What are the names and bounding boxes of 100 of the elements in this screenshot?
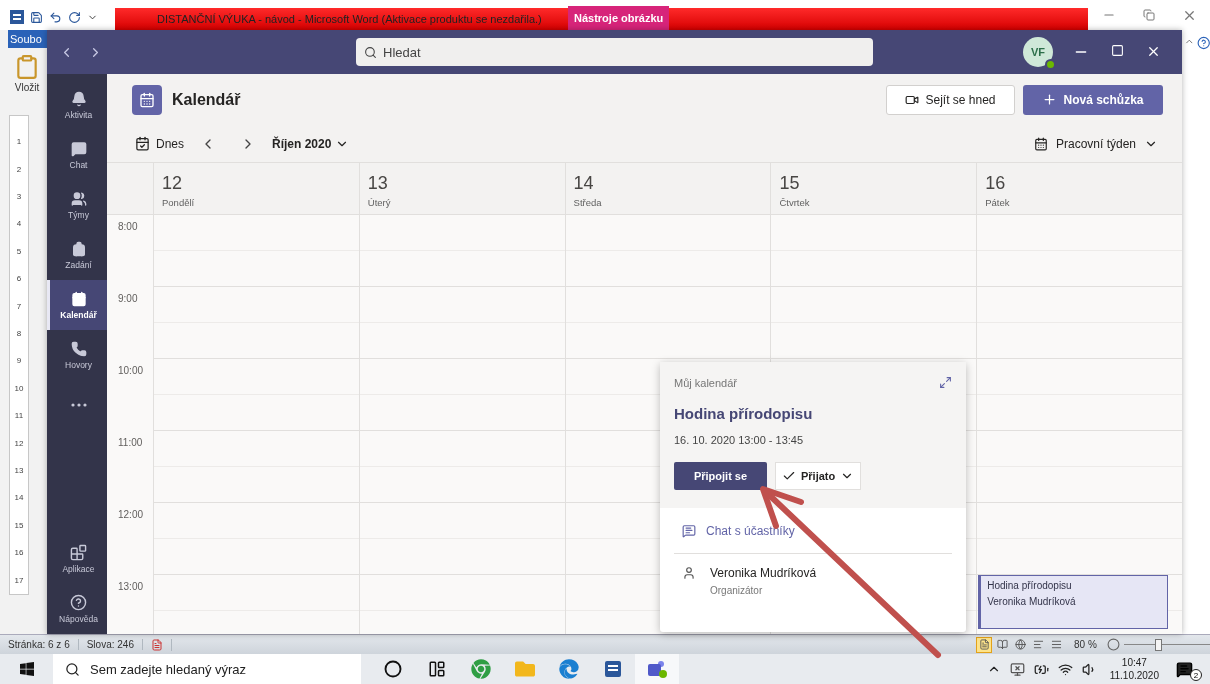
presence-dot xyxy=(1045,59,1056,70)
rail-item[interactable]: Aplikace xyxy=(47,534,107,584)
teams-icon xyxy=(70,190,87,207)
help-icon[interactable] xyxy=(1196,36,1210,50)
rail-item[interactable]: Aktivita xyxy=(47,80,107,130)
view-icon xyxy=(1032,639,1044,650)
event-title: Hodina přírodopisu xyxy=(987,580,1073,591)
restore-icon[interactable] xyxy=(1142,9,1155,21)
view-icon xyxy=(1050,639,1062,650)
organizer-name: Veronika Mudríková xyxy=(710,566,817,580)
undo-icon[interactable] xyxy=(49,10,62,24)
view-icon xyxy=(978,639,990,650)
paste-button[interactable]: Vložit xyxy=(14,54,40,93)
ruler-number: 6 xyxy=(16,274,22,284)
calendar-event[interactable]: Hodina přírodopisu Veronika Mudríková xyxy=(978,575,1168,629)
ruler-number: 15 xyxy=(14,520,24,530)
maximize-icon[interactable] xyxy=(1111,44,1124,57)
rail-item[interactable]: Hovory xyxy=(47,330,107,380)
clock-time: 10:47 xyxy=(1121,656,1147,669)
zoom-slider-track[interactable] xyxy=(1123,638,1210,651)
clipboard-icon xyxy=(14,54,40,80)
weekday-label: Pátek xyxy=(985,197,1011,208)
wifi-icon[interactable] xyxy=(1057,661,1073,677)
search-icon xyxy=(364,45,377,59)
zoom-level: 80 % xyxy=(1074,639,1097,650)
close-icon[interactable] xyxy=(1146,44,1161,59)
search-icon xyxy=(65,661,80,677)
proofing-icon[interactable] xyxy=(150,638,163,651)
rail-item[interactable]: Chat xyxy=(47,130,107,180)
ruler-number: 16 xyxy=(14,548,24,558)
chat-link[interactable]: Chat s účastníky xyxy=(674,508,952,554)
notifications-button[interactable]: 2 xyxy=(1176,657,1202,681)
ruler-number: 12 xyxy=(14,438,24,448)
rail-item[interactable]: Zadání xyxy=(47,230,107,280)
response-dropdown[interactable]: Přijato xyxy=(775,462,862,490)
notification-count: 2 xyxy=(1190,669,1202,681)
weekday-label: Úterý xyxy=(367,197,392,208)
window-title: DISTANČNÍ VÝUKA - návod - Microsoft Word (Aktivace produktu se nezdařila.) xyxy=(157,13,543,25)
event-organizer: Veronika Mudríková xyxy=(987,596,1077,607)
rail-item[interactable]: Nápověda xyxy=(47,584,107,634)
time-label: 10:00 xyxy=(118,365,144,376)
clock[interactable]: 10:47 11.10.2020 xyxy=(1109,656,1159,682)
file-tab[interactable]: Soubo xyxy=(8,30,48,48)
task-view-icon xyxy=(428,660,446,678)
assignments-icon xyxy=(70,240,87,257)
weekday-label: Čtvrtek xyxy=(779,197,811,208)
search-field[interactable]: Hledat xyxy=(356,38,873,66)
folder-icon xyxy=(515,659,535,679)
day-number: 13 xyxy=(367,173,389,194)
organizer-role: Organizátor xyxy=(710,585,764,596)
browser-icon xyxy=(559,659,579,679)
ruler-number: 17 xyxy=(14,575,24,585)
user-avatar[interactable]: VF xyxy=(1023,37,1053,67)
view-button[interactable] xyxy=(976,636,992,653)
document-app-icon xyxy=(603,659,623,679)
zoom-slider-thumb[interactable] xyxy=(1155,638,1163,651)
chat-app-icon xyxy=(646,659,668,679)
time-label: 8:00 xyxy=(118,221,138,232)
ruler-number: 5 xyxy=(16,246,22,256)
network-icon[interactable] xyxy=(1009,661,1025,677)
ruler-number: 2 xyxy=(16,164,22,174)
calendar-icon xyxy=(135,136,150,151)
weekday-label: Pondělí xyxy=(162,197,196,208)
day-number: 15 xyxy=(779,173,801,194)
meet-now-button[interactable]: Sejít se hned xyxy=(886,84,1015,115)
context-tab[interactable]: Nástroje obrázku xyxy=(568,6,670,30)
help-icon xyxy=(70,594,87,611)
weekday-label: Středa xyxy=(573,197,603,208)
page-count: Stránka: 6 z 6 xyxy=(0,639,79,650)
calendar-name: Můj kalendář xyxy=(674,376,737,389)
redo-icon[interactable] xyxy=(68,10,81,24)
ruler-number: 3 xyxy=(16,192,22,201)
more-icon xyxy=(70,403,87,407)
view-picker[interactable]: Pracovní týden xyxy=(1033,136,1158,151)
view-button[interactable] xyxy=(1012,636,1028,653)
app-logo-icon xyxy=(10,10,24,24)
ruler-number: 8 xyxy=(16,329,22,339)
rail-item[interactable]: Kalendář xyxy=(47,280,107,330)
time-label: 11:00 xyxy=(118,437,143,448)
ruler-number: 9 xyxy=(16,356,22,366)
search-field[interactable]: Sem zadejte hledaný výraz xyxy=(53,654,361,684)
new-meeting-button[interactable]: Nová schůzka xyxy=(1023,84,1163,115)
expand-icon[interactable] xyxy=(939,376,952,389)
time-label: 9:00 xyxy=(118,293,138,304)
calls-icon xyxy=(70,340,87,357)
time-label: 12:00 xyxy=(118,509,144,520)
circle-icon xyxy=(384,660,402,678)
time-label: 13:00 xyxy=(118,581,144,592)
today-button[interactable]: Dnes xyxy=(135,136,184,151)
join-button[interactable]: Připojit se xyxy=(674,462,767,490)
rail-item[interactable]: Týmy xyxy=(47,180,107,230)
person-icon xyxy=(682,566,696,580)
ruler-number: 4 xyxy=(16,219,22,229)
page-title: Kalendář xyxy=(172,90,241,109)
notification-icon xyxy=(1176,660,1193,678)
event-time: 16. 10. 2020 13:00 - 13:45 xyxy=(674,434,805,446)
month-picker[interactable]: Říjen 2020 xyxy=(272,136,350,151)
chat-icon xyxy=(70,140,87,157)
save-icon[interactable] xyxy=(30,10,43,24)
word-count: Slova: 246 xyxy=(78,639,143,650)
